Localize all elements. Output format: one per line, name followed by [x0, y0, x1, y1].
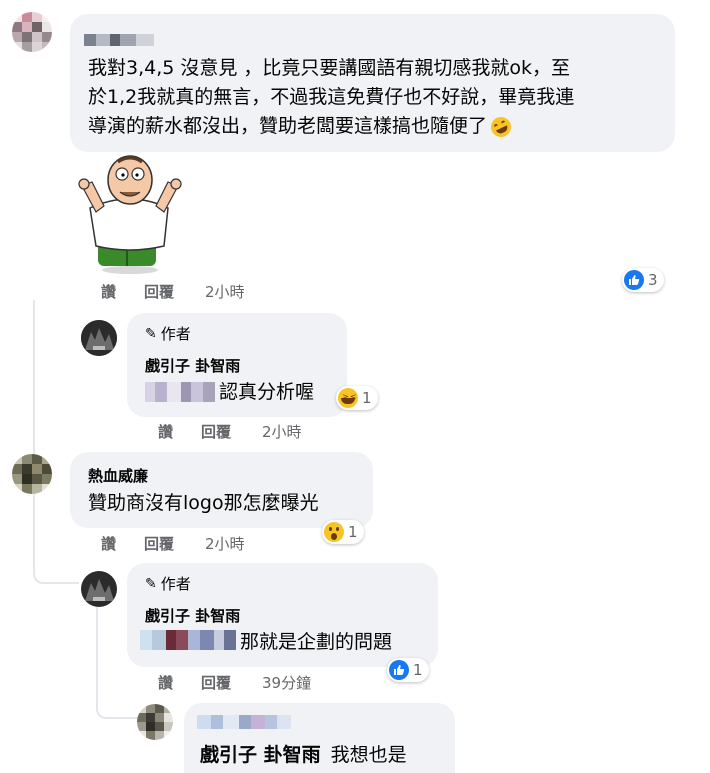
commenter-name[interactable]: 戲引子 卦智雨 — [145, 605, 240, 626]
author-badge: 作者 — [160, 575, 191, 593]
author-avatar[interactable] — [81, 571, 117, 607]
comment-text: 那就是企劃的問題 — [240, 631, 393, 653]
comment-text-line-1: 我對3,4,5 沒意見 ，比竟只要講國語有親切感我就ok，至 — [88, 57, 571, 79]
like-link[interactable]: 讚 — [158, 672, 173, 693]
reaction-summary[interactable]: 3 — [622, 268, 664, 292]
pencil-icon: ✎ — [145, 325, 157, 342]
peter-griffin-shrug-sticker — [78, 155, 182, 274]
reply-link[interactable]: 回覆 — [201, 672, 231, 693]
blurred-mention — [145, 382, 215, 402]
commenter-name[interactable]: 戲引子 卦智雨 — [145, 355, 240, 376]
reply-link[interactable]: 回覆 — [144, 281, 174, 302]
comment-text: 認真分析喔 — [219, 381, 315, 403]
commenter-name[interactable]: 熱血威廉 — [88, 465, 148, 486]
laugh-icon: > < — [338, 388, 358, 408]
commenter-avatar[interactable] — [12, 12, 52, 52]
author-avatar[interactable] — [81, 320, 117, 356]
reaction-count: 1 — [362, 389, 372, 407]
commenter-avatar[interactable] — [137, 704, 173, 740]
timestamp[interactable]: 2小時 — [262, 421, 302, 442]
like-icon — [624, 270, 644, 290]
timestamp[interactable]: 2小時 — [205, 533, 245, 554]
reaction-summary[interactable]: > < 1 — [336, 386, 378, 410]
comment-text: 贊助商沒有logo那怎麼曝光 — [88, 492, 319, 514]
comment-text: 我想也是 — [330, 744, 407, 766]
mention-tag[interactable]: 戲引子 卦智雨 — [200, 740, 321, 767]
blurred-commenter-name — [197, 715, 295, 729]
like-link[interactable]: 讚 — [101, 281, 116, 302]
reply-link[interactable]: 回覆 — [201, 421, 231, 442]
timestamp[interactable]: 2小時 — [205, 281, 245, 302]
reply-link[interactable]: 回覆 — [144, 533, 174, 554]
blurred-commenter-name — [84, 34, 154, 46]
comment-text-line-2: 於1,2我就真的無言，不過我這免費仔也不好說，畢竟我連 — [88, 86, 575, 108]
rofl-emoji-icon — [487, 113, 515, 140]
author-badge: 作者 — [160, 325, 191, 343]
comment-text-line-3: 導演的薪水都沒出，贊助老闆要這樣搞也隨便了 — [88, 115, 488, 137]
commenter-avatar[interactable] — [12, 454, 52, 494]
like-link[interactable]: 讚 — [101, 533, 116, 554]
timestamp[interactable]: 39分鐘 — [262, 672, 311, 693]
blurred-mention — [140, 630, 236, 650]
like-link[interactable]: 讚 — [158, 421, 173, 442]
reaction-count: 3 — [648, 271, 658, 289]
pencil-icon: ✎ — [145, 575, 157, 592]
